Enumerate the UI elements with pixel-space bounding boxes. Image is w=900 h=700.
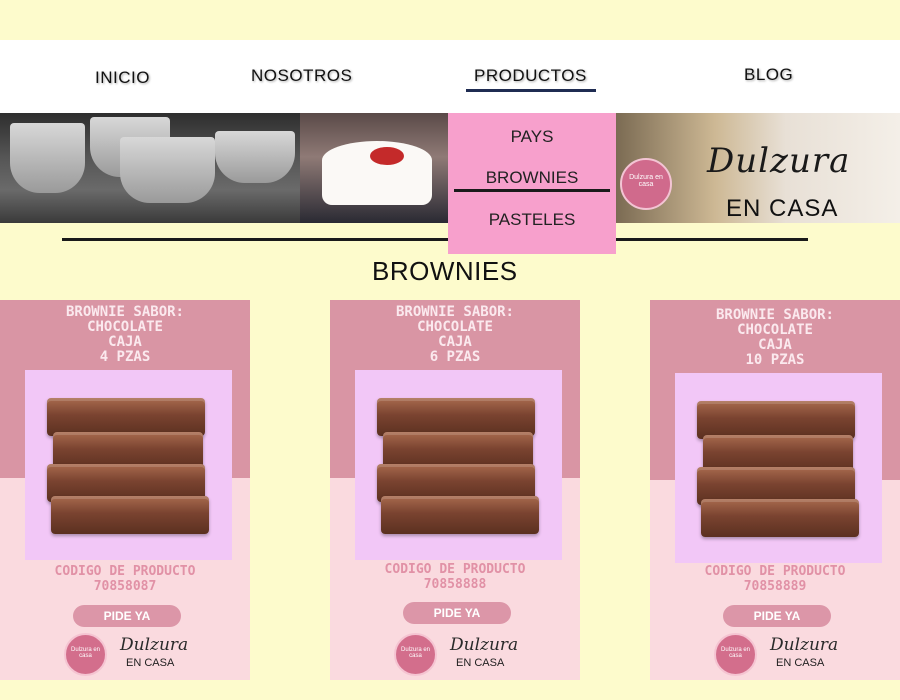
productos-dropdown-menu: PAYS BROWNIES PASTELES bbox=[448, 113, 616, 254]
brand-subtitle: EN CASA bbox=[776, 657, 825, 669]
product-card[interactable]: BROWNIE SABOR: CHOCOLATE CAJA 10 PZAS CO… bbox=[650, 300, 900, 680]
dropdown-item-pasteles[interactable]: PASTELES bbox=[448, 210, 616, 230]
brand-badge-logo: Dulzura en casa bbox=[394, 633, 437, 676]
product-title: BROWNIE SABOR: CHOCOLATE CAJA 6 PZAS bbox=[395, 304, 514, 365]
top-navbar: INICIO NOSOTROS PRODUCTOS BLOG bbox=[0, 40, 900, 113]
brand-badge-logo: Dulzura en casa bbox=[714, 633, 757, 676]
product-code: 70858888 bbox=[423, 577, 487, 592]
product-code-block: CODIGO DE PRODUCTO 70858889 bbox=[650, 564, 900, 594]
pide-ya-button[interactable]: PIDE YA bbox=[403, 602, 511, 624]
product-code-label: CODIGO DE PRODUCTO bbox=[54, 564, 196, 579]
brand-script-logo: Dulzura bbox=[770, 635, 839, 655]
product-image-brownies bbox=[675, 373, 882, 563]
brand-subtitle: EN CASA bbox=[726, 195, 839, 222]
banner-photo-cups bbox=[0, 113, 300, 223]
section-title: BROWNIES bbox=[372, 256, 518, 286]
banner-photo-cake bbox=[300, 113, 450, 223]
product-code-label: CODIGO DE PRODUCTO bbox=[384, 562, 526, 577]
brand-badge-logo: Dulzura en casa bbox=[64, 633, 107, 676]
brand-badge-logo: Dulzura en casa bbox=[620, 158, 672, 210]
pide-ya-button[interactable]: PIDE YA bbox=[723, 605, 831, 627]
product-code-block: CODIGO DE PRODUCTO 70858888 bbox=[330, 562, 580, 592]
dropdown-item-brownies[interactable]: BROWNIES bbox=[448, 168, 616, 188]
brand-subtitle: EN CASA bbox=[456, 657, 505, 669]
brand-script-logo: Dulzura bbox=[707, 141, 851, 181]
brand-script-logo: Dulzura bbox=[120, 635, 189, 655]
nav-inicio[interactable]: INICIO bbox=[95, 68, 150, 88]
product-title: BROWNIE SABOR: CHOCOLATE CAJA 10 PZAS bbox=[715, 307, 834, 368]
nav-blog[interactable]: BLOG bbox=[744, 65, 793, 85]
nav-active-underline bbox=[466, 89, 596, 92]
brand-script-logo: Dulzura bbox=[450, 635, 519, 655]
product-code-block: CODIGO DE PRODUCTO 70858087 bbox=[0, 564, 250, 594]
product-code-label: CODIGO DE PRODUCTO bbox=[704, 564, 846, 579]
product-title: BROWNIE SABOR: CHOCOLATE CAJA 4 PZAS bbox=[65, 304, 184, 365]
nav-productos[interactable]: PRODUCTOS bbox=[474, 66, 587, 86]
product-card[interactable]: BROWNIE SABOR: CHOCOLATE CAJA 6 PZAS COD… bbox=[330, 300, 580, 680]
product-card[interactable]: BROWNIE SABOR: CHOCOLATE CAJA 4 PZAS COD… bbox=[0, 300, 250, 680]
product-image-brownies bbox=[25, 370, 232, 560]
dropdown-item-pays[interactable]: PAYS bbox=[448, 127, 616, 147]
nav-nosotros[interactable]: NOSOTROS bbox=[251, 66, 352, 86]
section-divider bbox=[62, 238, 808, 241]
dropdown-active-underline bbox=[454, 189, 610, 192]
product-code: 70858889 bbox=[743, 579, 807, 594]
banner-logo-panel: Dulzura en casa Dulzura EN CASA bbox=[615, 113, 900, 223]
product-image-brownies bbox=[355, 370, 562, 560]
product-code: 70858087 bbox=[93, 579, 157, 594]
pide-ya-button[interactable]: PIDE YA bbox=[73, 605, 181, 627]
brand-subtitle: EN CASA bbox=[126, 657, 175, 669]
